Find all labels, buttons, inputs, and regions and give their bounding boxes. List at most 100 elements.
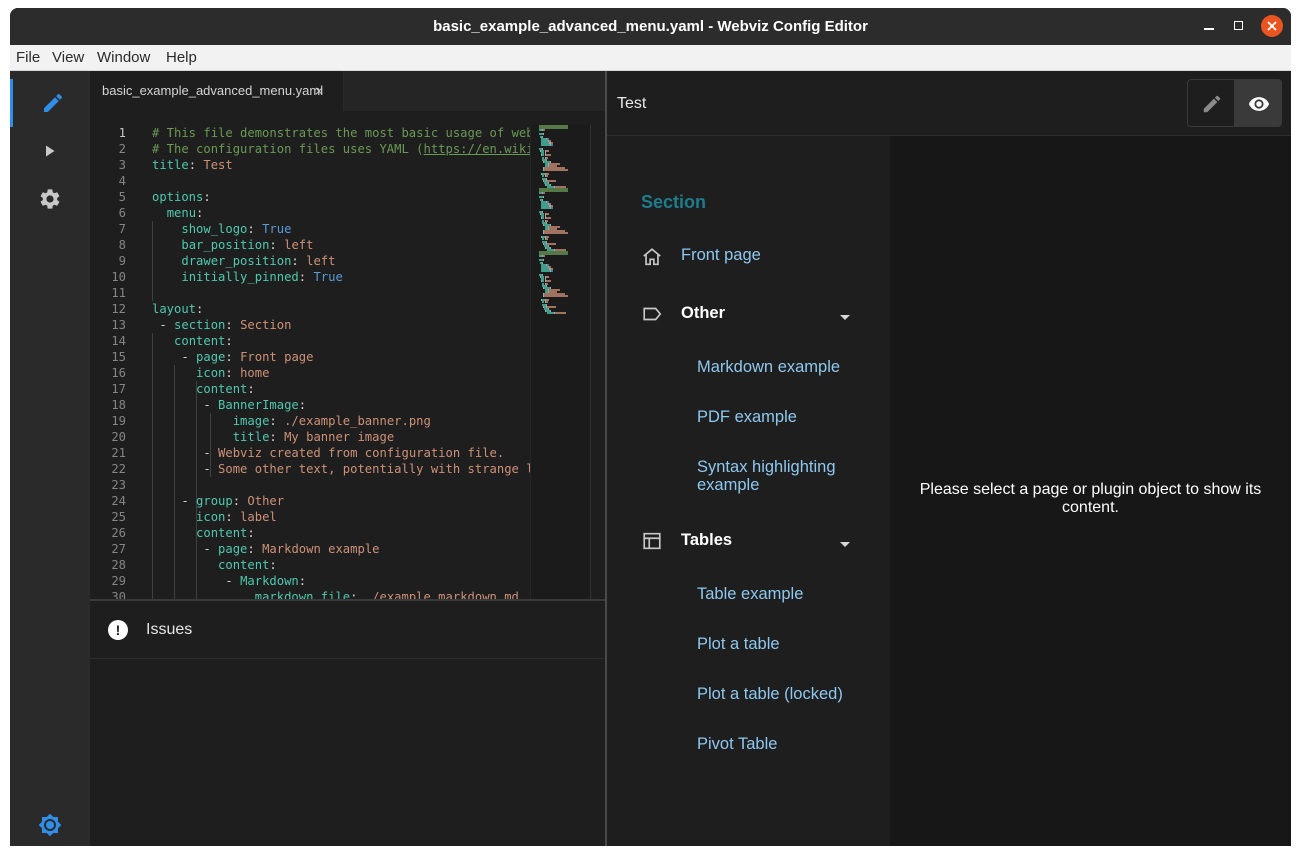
nav-group-tables[interactable]: Tables xyxy=(681,531,732,550)
minimap[interactable] xyxy=(530,125,590,599)
close-window-button[interactable] xyxy=(1261,15,1283,37)
code-token: : xyxy=(291,254,307,268)
minimap-mark xyxy=(542,259,544,262)
code-token: - xyxy=(152,462,219,476)
chevron-down-icon[interactable] xyxy=(840,542,850,547)
line-number: 7 xyxy=(118,222,126,236)
code-token: - xyxy=(152,446,219,460)
code-line: 14 content: xyxy=(90,333,530,349)
nav-group-other[interactable]: Other xyxy=(681,304,725,323)
code-token: : xyxy=(247,382,255,396)
minimap-mark xyxy=(541,206,550,209)
play-view-button[interactable] xyxy=(10,127,90,175)
line-number: 12 xyxy=(111,302,126,316)
table-icon xyxy=(643,532,661,550)
menu-view[interactable]: View xyxy=(52,45,84,71)
code-line: 30 markdown_file: ./example_markdown.md xyxy=(90,589,530,599)
code-line: 7 show_logo: True xyxy=(90,221,530,237)
code-line: 20 title: My banner image xyxy=(90,429,530,445)
editor-pane: basic_example_advanced_menu.yaml × 1 # Th… xyxy=(90,71,605,846)
code-token: BannerImage xyxy=(218,398,299,412)
menu-help[interactable]: Help xyxy=(166,45,197,71)
code-token: Test xyxy=(203,158,233,172)
code-token: title xyxy=(152,158,189,172)
code-text: title: My banner image xyxy=(152,429,394,445)
issues-header[interactable]: ! Issues xyxy=(90,601,605,659)
code-token: My banner image xyxy=(284,430,395,444)
code-token: group xyxy=(196,494,233,508)
nav-plot-a-table-locked[interactable]: Plot a table (locked) xyxy=(697,685,843,704)
line-number: 18 xyxy=(111,398,126,412)
line-number: 11 xyxy=(111,286,126,300)
menu-file[interactable]: File xyxy=(16,45,40,71)
nav-plot-a-table[interactable]: Plot a table xyxy=(697,635,780,654)
preview-header: Test xyxy=(607,71,1291,136)
minimap-mark xyxy=(546,311,554,314)
theme-toggle-button[interactable] xyxy=(10,801,90,846)
code-line: 27 - page: Markdown example xyxy=(90,541,530,557)
code-token: label xyxy=(240,510,277,524)
maximize-button[interactable] xyxy=(1228,15,1250,37)
nav-pdf-example[interactable]: PDF example xyxy=(697,408,797,427)
issues-list xyxy=(90,660,605,846)
edit-mode-button[interactable] xyxy=(1187,79,1235,127)
code-line: 28 content: xyxy=(90,557,530,573)
code-token: layout xyxy=(152,302,197,316)
line-number: 14 xyxy=(111,334,126,348)
code-text: - section: Section xyxy=(152,317,291,333)
code-editor[interactable]: 1 # This file demonstrates the most basic… xyxy=(90,125,530,599)
minimap-mark xyxy=(543,169,569,172)
minimize-icon xyxy=(1204,28,1214,30)
code-token: - xyxy=(152,574,241,588)
menu-bar: File View Window Help xyxy=(10,45,1291,71)
code-token: section xyxy=(174,318,226,332)
code-token: bar_position xyxy=(181,238,270,252)
minimize-button[interactable] xyxy=(1198,15,1220,37)
menu-window[interactable]: Window xyxy=(97,45,150,71)
code-line: 11 xyxy=(90,285,530,301)
settings-view-button[interactable] xyxy=(10,175,90,223)
nav-pivot-table[interactable]: Pivot Table xyxy=(697,735,777,754)
code-token: home xyxy=(240,366,270,380)
vertical-scrollbar[interactable] xyxy=(590,125,605,599)
nav-front-page[interactable]: Front page xyxy=(681,246,761,265)
activity-bar xyxy=(10,71,90,846)
preview-pane: Test Section Front page Other Markdown e… xyxy=(607,71,1291,846)
code-line: 6 menu: xyxy=(90,205,530,221)
nav-markdown-example[interactable]: Markdown example xyxy=(697,358,840,377)
code-text: content: xyxy=(152,557,277,573)
code-text: show_logo: True xyxy=(152,221,291,237)
code-text: content: xyxy=(152,525,255,541)
code-token: menu xyxy=(166,206,197,220)
code-token: : xyxy=(225,334,233,348)
tab-close-button[interactable]: × xyxy=(314,71,324,111)
code-line: 26 content: xyxy=(90,525,530,541)
line-number: 16 xyxy=(111,366,126,380)
editor-view-button[interactable] xyxy=(10,79,90,127)
code-token: ./example_banner.png xyxy=(284,414,431,428)
line-number: 29 xyxy=(111,574,126,588)
play-icon xyxy=(46,145,55,157)
code-token: : xyxy=(247,222,263,236)
code-token: Section xyxy=(240,318,292,332)
code-token: : xyxy=(188,158,204,172)
code-line: 18 - BannerImage: xyxy=(90,397,530,413)
code-token: drawer_position xyxy=(181,254,292,268)
code-token: Front page xyxy=(240,350,314,364)
code-text: icon: home xyxy=(152,365,269,381)
code-token: : xyxy=(232,494,248,508)
nav-table-example[interactable]: Table example xyxy=(697,585,803,604)
view-mode-button[interactable] xyxy=(1234,79,1282,127)
nav-syntax-highlighting-example[interactable]: Syntax highlighting example xyxy=(697,458,867,494)
chevron-down-icon[interactable] xyxy=(840,315,850,320)
preview-title: Test xyxy=(617,95,647,112)
code-line: 9 drawer_position: left xyxy=(90,253,530,269)
editor-tab[interactable]: basic_example_advanced_menu.yaml × xyxy=(90,71,344,111)
minimap-mark xyxy=(543,295,569,298)
section-title: Section xyxy=(641,192,707,212)
